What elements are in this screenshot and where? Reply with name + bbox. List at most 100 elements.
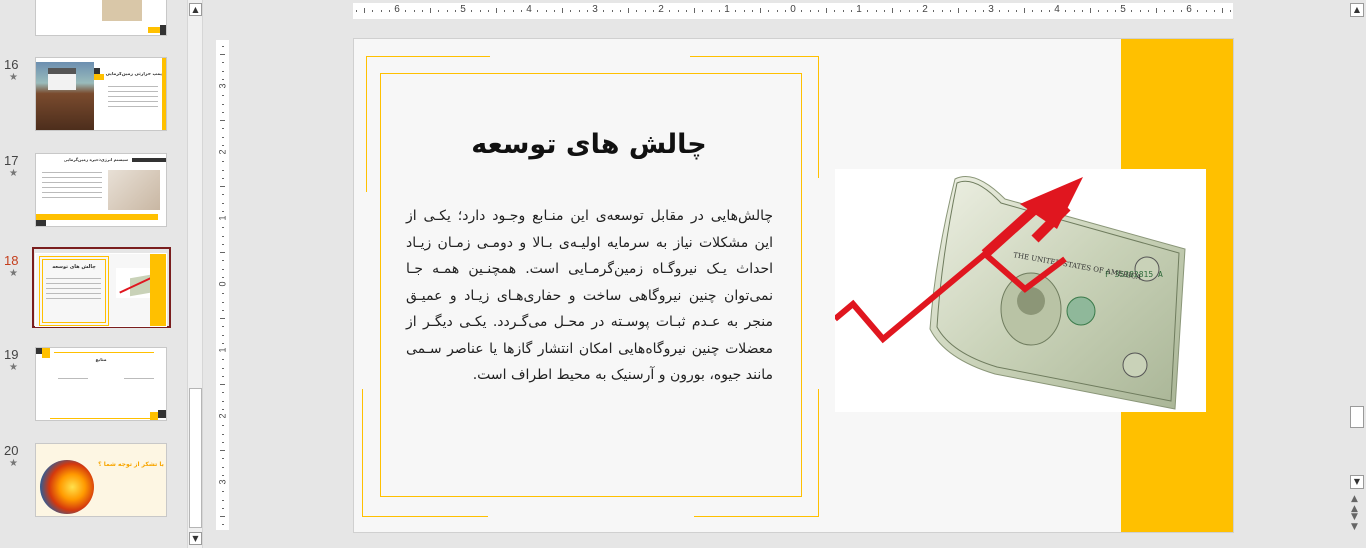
ruler-tick xyxy=(446,10,448,12)
ruler-tick xyxy=(908,10,910,12)
thumbnail-title: منابع xyxy=(95,358,107,363)
ruler-tick xyxy=(603,10,605,12)
ruler-label: 1 xyxy=(724,4,730,15)
dollar-bill-rising-arrow-icon[interactable]: F 35382815 A THE UNITED STATES OF AMERIC… xyxy=(835,169,1206,412)
slide-thumbnail[interactable]: منابع xyxy=(35,347,167,421)
animation-star-icon: ★ xyxy=(9,72,18,83)
ruler-tick xyxy=(1024,8,1025,13)
frame-line xyxy=(362,389,363,517)
scroll-up-arrow-icon[interactable]: ▲ xyxy=(1350,3,1364,17)
ruler-tick xyxy=(222,301,224,303)
animation-star-icon: ★ xyxy=(9,362,18,373)
slide-thumbnail[interactable]: چالش های توسعه xyxy=(35,253,167,327)
ruler-tick xyxy=(222,235,224,237)
ruler-tick xyxy=(735,10,737,12)
ruler-tick xyxy=(1015,10,1017,12)
ruler-tick xyxy=(611,10,613,12)
horizontal-ruler[interactable]: 6 5 4 3 2 1 0 1 2 3 4 5 6 xyxy=(353,3,1233,19)
ruler-tick xyxy=(487,10,489,12)
ruler-tick xyxy=(784,10,786,12)
ruler-tick xyxy=(842,10,844,12)
ruler-tick xyxy=(652,10,654,12)
ruler-tick xyxy=(421,10,423,12)
slide-body-text[interactable]: چالش‌هایی در مقابل توسعه‌ی این منـابع وج… xyxy=(406,203,773,389)
ruler-tick xyxy=(220,450,225,451)
slide-number: 18 xyxy=(4,253,19,268)
ruler-tick xyxy=(520,10,522,12)
ruler-tick xyxy=(479,10,481,12)
thumbnail-scrollbar[interactable]: ▲ ▼ xyxy=(187,0,203,548)
ruler-label: 2 xyxy=(658,4,664,15)
ruler-tick xyxy=(694,8,695,13)
ruler-tick xyxy=(1230,10,1232,12)
slide-title[interactable]: چالش های توسعه xyxy=(414,129,764,160)
thumbnail-title: چالش های توسعه xyxy=(52,264,96,270)
ruler-tick xyxy=(222,70,224,72)
scroll-up-arrow-icon[interactable]: ▲ xyxy=(189,3,202,16)
ruler-label: 6 xyxy=(394,4,400,15)
diagram-image xyxy=(108,170,160,210)
ruler-tick xyxy=(222,161,224,163)
frame-line xyxy=(694,516,818,517)
ruler-tick xyxy=(222,95,224,97)
slide-thumbnail[interactable]: پمپ حرارتی زمین‌گرمایی xyxy=(35,57,167,131)
ruler-tick xyxy=(1139,10,1141,12)
scrollbar-thumb[interactable] xyxy=(189,388,202,528)
slide-thumbnail[interactable]: سیستم انرژی‌ذخیره زمین‌گرمایی xyxy=(35,153,167,227)
ruler-tick xyxy=(222,458,224,460)
frame-line xyxy=(366,56,490,57)
frame-line xyxy=(366,56,367,192)
next-slide-icon[interactable]: ▼ ▼ xyxy=(1351,512,1358,532)
ruler-tick xyxy=(222,425,224,427)
slide-thumbnail[interactable] xyxy=(35,0,167,36)
ruler-tick xyxy=(496,8,497,13)
ruler-tick xyxy=(222,441,224,443)
ruler-tick xyxy=(809,10,811,12)
ruler-tick xyxy=(636,10,638,12)
ruler-label: 1 xyxy=(217,215,228,221)
ruler-tick xyxy=(1106,10,1108,12)
vertical-ruler[interactable]: 3 2 1 0 1 2 3 xyxy=(216,40,229,530)
ruler-tick xyxy=(222,491,224,493)
ruler-tick xyxy=(974,10,976,12)
ruler-label: 6 xyxy=(1186,4,1192,15)
ruler-tick xyxy=(222,243,224,245)
ruler-tick xyxy=(999,10,1001,12)
ruler-tick xyxy=(220,252,225,253)
ruler-tick xyxy=(1172,10,1174,12)
ruler-tick xyxy=(1065,10,1067,12)
ruler-tick xyxy=(222,466,224,468)
ruler-label: 0 xyxy=(790,4,796,15)
ruler-label: 0 xyxy=(217,281,228,287)
ruler-tick xyxy=(222,136,224,138)
animation-star-icon: ★ xyxy=(9,268,18,279)
animation-star-icon: ★ xyxy=(9,168,18,179)
frame-line xyxy=(690,56,818,57)
scrollbar-thumb[interactable] xyxy=(1350,406,1364,428)
slide-thumbnail[interactable]: با تشکر از توجه شما ؟ xyxy=(35,443,167,517)
ruler-tick xyxy=(380,10,382,12)
ruler-tick xyxy=(553,10,555,12)
ruler-label: 3 xyxy=(217,83,228,89)
slide-canvas[interactable]: چالش های توسعه چالش‌هایی در مقابل توسعه‌… xyxy=(353,38,1234,533)
ruler-tick xyxy=(834,10,836,12)
scroll-down-arrow-icon[interactable]: ▼ xyxy=(189,532,202,545)
ruler-tick xyxy=(768,10,770,12)
ruler-tick xyxy=(1040,10,1042,12)
ruler-tick xyxy=(958,8,959,13)
ruler-tick xyxy=(512,10,514,12)
ruler-tick xyxy=(504,10,506,12)
ruler-tick xyxy=(222,268,224,270)
ruler-tick xyxy=(222,375,224,377)
previous-slide-icon[interactable]: ▲ ▲ xyxy=(1351,494,1358,514)
ruler-tick xyxy=(586,10,588,12)
ruler-tick xyxy=(222,227,224,229)
slide-scrollbar[interactable]: ▲ ▼ ▲ ▲ ▼ ▼ xyxy=(1349,0,1366,548)
ruler-tick xyxy=(677,10,679,12)
ruler-tick xyxy=(222,392,224,394)
ruler-label: 1 xyxy=(217,347,228,353)
scroll-down-arrow-icon[interactable]: ▼ xyxy=(1350,475,1364,489)
slide-thumbnail-pane[interactable]: 16 ★ پمپ حرارتی زمین‌گرمایی 17 ★ xyxy=(0,0,186,548)
ruler-tick xyxy=(1156,8,1157,13)
ruler-tick xyxy=(743,10,745,12)
